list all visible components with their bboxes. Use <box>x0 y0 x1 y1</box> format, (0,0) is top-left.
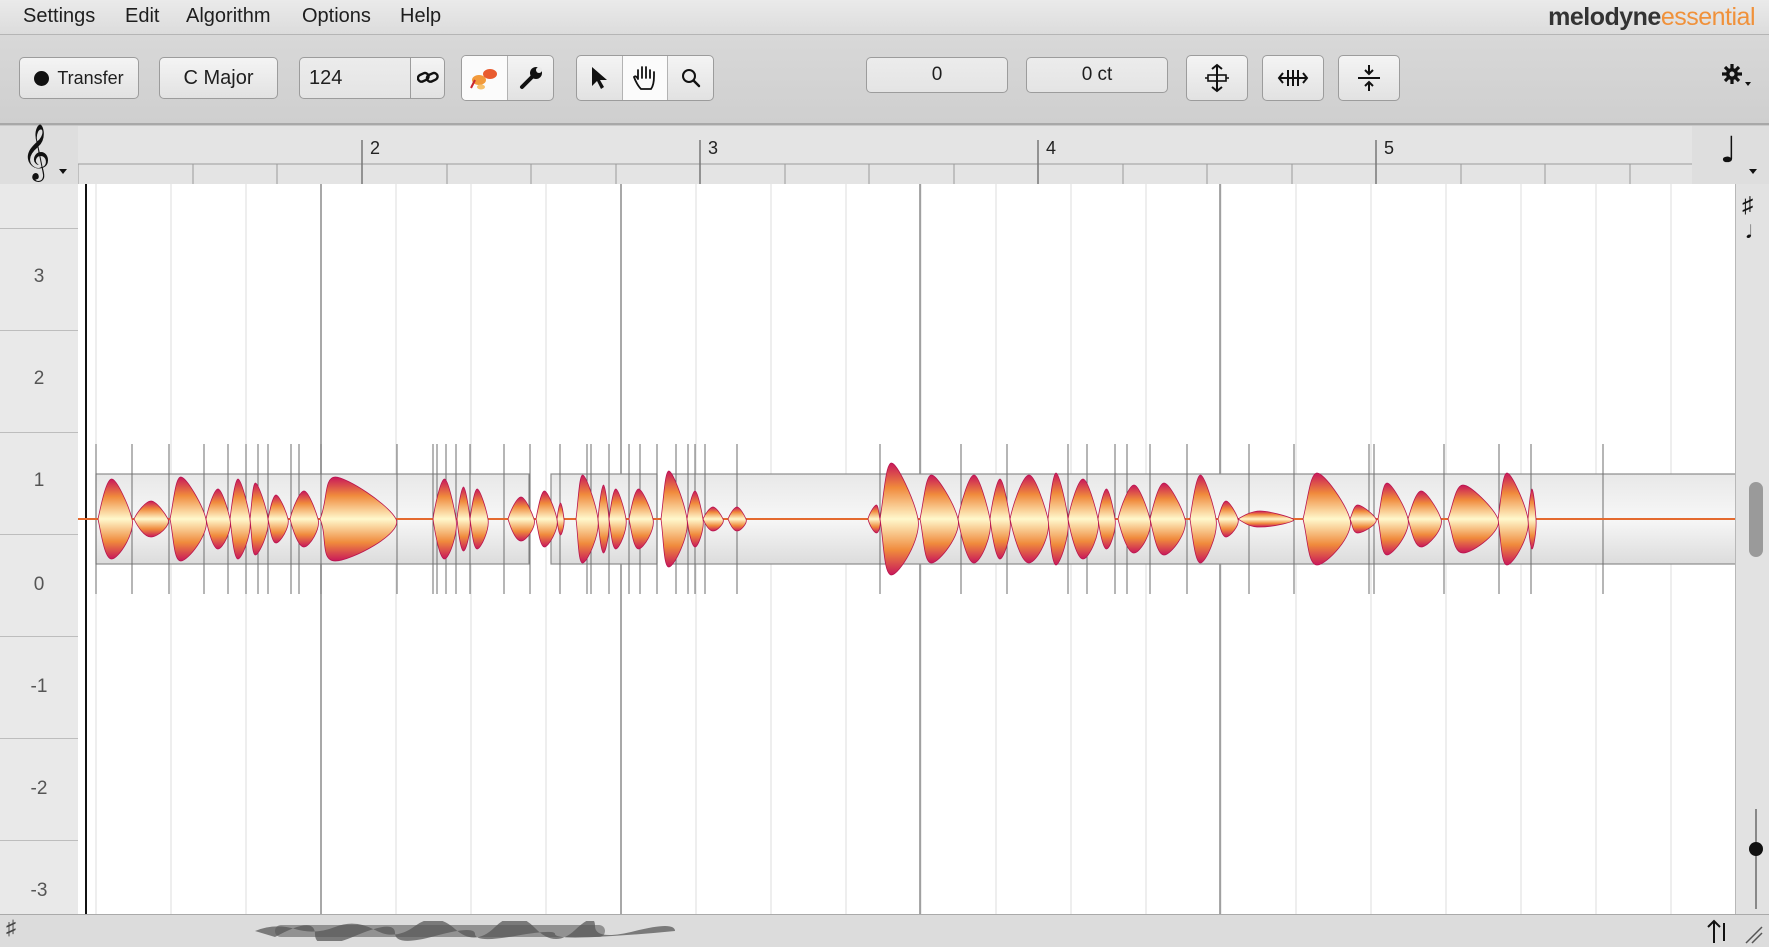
vertical-scrollbar-thumb[interactable] <box>1749 482 1763 557</box>
pitch-value-field[interactable]: 0 <box>866 57 1008 93</box>
tool-group-navigation <box>576 55 714 101</box>
record-dot-icon <box>34 70 50 86</box>
menu-bar: Settings Edit Algorithm Options Help mel… <box>0 0 1769 35</box>
tempo-link-button[interactable] <box>410 57 445 99</box>
hand-icon <box>632 66 655 90</box>
overview-waveform[interactable] <box>255 921 675 941</box>
pitch-ruler[interactable]: 3 2 1 0 -1 -2 -3 <box>0 184 79 914</box>
treble-clef-icon: 𝄞 <box>22 124 51 180</box>
note-editor-canvas[interactable] <box>78 184 1735 914</box>
pitch-value: 0 <box>931 64 943 85</box>
pitch-modulation-icon <box>1358 65 1380 91</box>
bottom-bar: ♯ <box>0 914 1769 947</box>
pitch-label: 1 <box>33 470 45 491</box>
scale-grid-icon[interactable]: ♯ <box>6 917 16 940</box>
gear-icon <box>1722 64 1751 86</box>
bar-number-5: 5 <box>1384 138 1395 158</box>
menu-help[interactable]: Help <box>400 5 441 28</box>
pitch-label: 3 <box>33 266 45 287</box>
pitch-label: -2 <box>30 778 48 799</box>
tool-group-main <box>461 55 554 101</box>
main-tool-icon <box>469 69 497 90</box>
settings-menu-button[interactable] <box>1720 61 1752 96</box>
vertical-zoom-slider[interactable] <box>1755 809 1757 909</box>
right-tool-strip: ♯ 𝅘𝅥 <box>1735 184 1769 914</box>
zoom-tool-button[interactable] <box>668 56 713 100</box>
tempo-field[interactable]: 124 <box>299 57 411 99</box>
menu-algorithm[interactable]: Algorithm <box>186 5 270 28</box>
time-zoom-icon[interactable] <box>1706 919 1766 945</box>
main-tool-button[interactable] <box>462 56 508 100</box>
quantize-grid-button[interactable]: ♩ <box>1692 126 1769 185</box>
pitch-center-icon <box>1205 63 1229 93</box>
tempo-value: 124 <box>309 66 343 89</box>
pitch-label: -3 <box>30 880 48 901</box>
timing-icon <box>1277 70 1309 86</box>
transfer-button[interactable]: Transfer <box>19 57 139 99</box>
vertical-zoom-knob[interactable] <box>1749 842 1763 856</box>
note-stack-icon[interactable]: 𝅘𝅥 <box>1746 222 1752 243</box>
note-editor-svg <box>78 184 1735 914</box>
bar-number-3: 3 <box>708 138 719 158</box>
pointer-icon <box>592 67 608 89</box>
wrench-tool-button[interactable] <box>508 56 553 100</box>
pointer-tool-button[interactable] <box>577 56 623 100</box>
magnifier-icon <box>681 69 700 88</box>
bar-number-2: 2 <box>370 138 381 158</box>
timing-button[interactable] <box>1262 55 1324 101</box>
cents-value: 0 ct <box>1081 64 1113 85</box>
bar-number-4: 4 <box>1046 138 1057 158</box>
scale-grid-icon[interactable]: ♯ <box>1742 192 1753 218</box>
time-ruler[interactable]: 2 3 4 5 <box>78 126 1692 185</box>
link-icon <box>416 71 439 83</box>
menu-options[interactable]: Options <box>302 5 371 28</box>
pitch-modulation-button[interactable] <box>1338 55 1400 101</box>
wrench-icon <box>519 67 542 89</box>
ruler-ticks <box>78 140 1692 184</box>
quarter-note-icon: ♩ <box>1720 130 1737 171</box>
hand-tool-button[interactable] <box>622 56 669 100</box>
pitch-center-button[interactable] <box>1186 55 1248 101</box>
chevron-down-icon <box>59 169 67 174</box>
menu-edit[interactable]: Edit <box>125 5 159 28</box>
scale-label: C Major <box>183 66 254 89</box>
app-logo: melodyneessential <box>1548 3 1755 31</box>
toolbar: Transfer C Major 124 0 0 ct <box>0 35 1769 125</box>
clef-menu-button[interactable]: 𝄞 <box>0 124 79 185</box>
transfer-label: Transfer <box>57 67 124 88</box>
pitch-label: 2 <box>33 368 45 389</box>
menu-settings[interactable]: Settings <box>23 5 95 28</box>
pitch-label: 0 <box>33 574 45 595</box>
pitch-label: -1 <box>30 676 48 697</box>
scale-button[interactable]: C Major <box>159 57 278 99</box>
chevron-down-icon <box>1749 169 1757 174</box>
cents-value-field[interactable]: 0 ct <box>1026 57 1168 93</box>
